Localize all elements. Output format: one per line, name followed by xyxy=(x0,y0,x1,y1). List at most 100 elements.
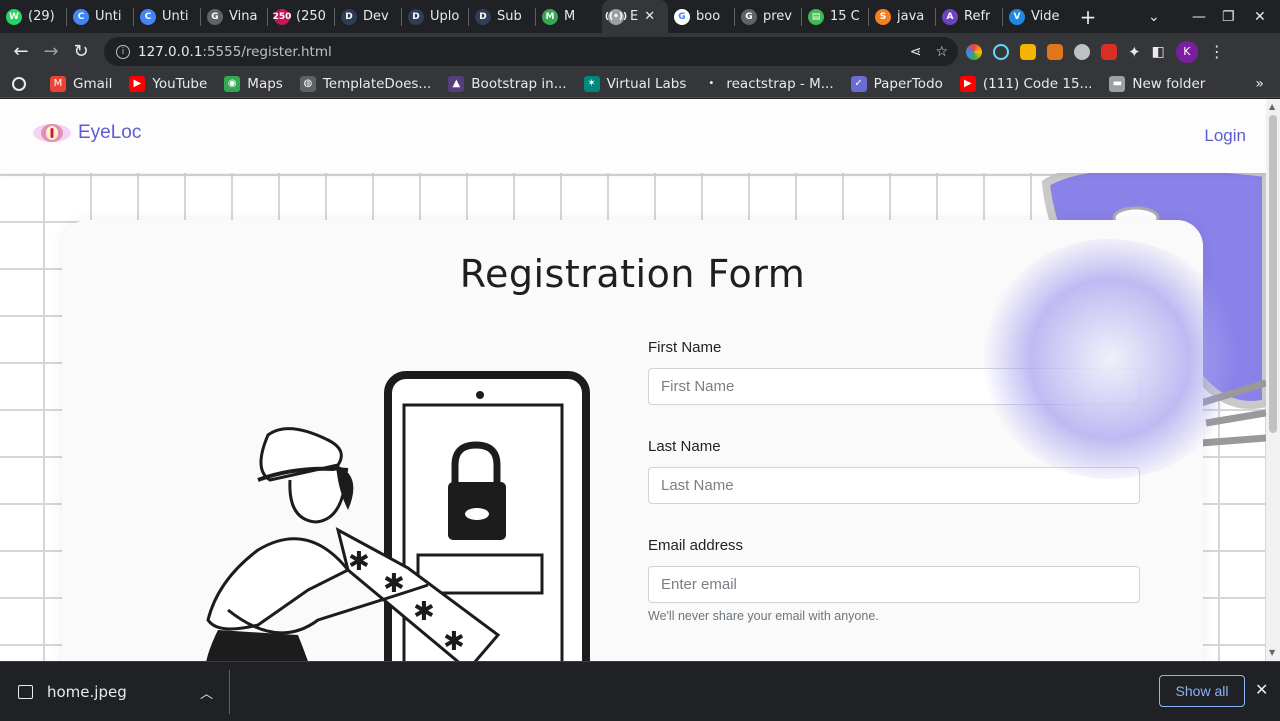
forward-button[interactable]: → xyxy=(36,37,66,67)
svg-text:✱: ✱ xyxy=(413,597,435,627)
last-name-input[interactable] xyxy=(648,467,1140,504)
login-link[interactable]: Login xyxy=(1204,126,1246,146)
bookmark-item[interactable]: ▶ (111) Code 15... xyxy=(959,75,1092,92)
tab-9[interactable]: ((•)) E ✕ xyxy=(602,0,668,33)
bookmark-item[interactable]: ✶ Virtual Labs xyxy=(583,75,687,92)
tab-favicon-icon: D xyxy=(408,8,424,25)
tab-title: Refr xyxy=(964,9,991,24)
browser-toolbar: ← → ↻ i 127.0.0.1:5555/register.html ⋖ ☆… xyxy=(0,33,1280,70)
close-window-button[interactable]: ✕ xyxy=(1254,0,1266,33)
tab-10[interactable]: Gboo xyxy=(668,0,734,33)
download-filename: home.jpeg xyxy=(47,682,127,701)
bookmark-icon: M xyxy=(50,75,66,92)
reload-icon: ↻ xyxy=(73,41,89,62)
tab-title: (250 xyxy=(296,9,326,24)
tab-2[interactable]: C Unti xyxy=(134,0,200,33)
tab-8[interactable]: MM xyxy=(536,0,602,33)
bookmark-label: PaperTodo xyxy=(873,75,943,92)
bookmarks-bar: M Gmail ▶ YouTube ◉ Maps ◍ TemplateDoes... ▲ Boot… xyxy=(0,70,1280,98)
torch-extension-icon[interactable] xyxy=(1020,43,1036,60)
puzzle-icon[interactable]: ✦ xyxy=(1128,43,1141,61)
email-field[interactable] xyxy=(648,566,1140,603)
tab-6[interactable]: D Uplo xyxy=(402,0,468,33)
tab-close-icon[interactable]: ✕ xyxy=(644,9,655,24)
back-button[interactable]: ← xyxy=(6,37,36,67)
bookmark-label: TemplateDoes... xyxy=(322,75,432,92)
tab-favicon-icon: A xyxy=(942,8,958,25)
tab-title: Sub xyxy=(497,9,522,24)
tab-4[interactable]: 250 (250 xyxy=(268,0,334,33)
page-scrollbar[interactable]: ▲ ▼ xyxy=(1266,99,1280,661)
tab-title: E xyxy=(630,9,639,24)
globe-icon xyxy=(12,76,26,91)
tab-14[interactable]: A Refr xyxy=(936,0,1002,33)
bookmark-item[interactable]: • reactstrap - M... xyxy=(703,75,834,92)
tab-favicon-icon: D xyxy=(475,8,491,25)
share-icon[interactable]: ⋖ xyxy=(910,44,922,60)
info-icon[interactable]: i xyxy=(116,44,130,59)
bookmark-label: Gmail xyxy=(73,75,113,92)
tab-12[interactable]: ▤ 15 C xyxy=(802,0,868,33)
scroll-down-icon[interactable]: ▼ xyxy=(1269,648,1275,657)
metamask-extension-icon[interactable] xyxy=(1047,43,1063,60)
bookmark-label: Maps xyxy=(247,75,283,92)
menu-kebab-icon[interactable]: ⋮ xyxy=(1209,42,1225,61)
download-shelf: home.jpeg ︿ Show all ✕ xyxy=(0,661,1280,720)
scroll-up-icon[interactable]: ▲ xyxy=(1269,102,1275,111)
brand-link[interactable]: EyeLoc xyxy=(32,121,141,145)
url-path: :5555/register.html xyxy=(202,43,332,60)
reload-button[interactable]: ↻ xyxy=(66,37,96,67)
image-file-icon xyxy=(18,684,33,699)
svg-text:✱: ✱ xyxy=(348,547,370,577)
address-bar[interactable]: i 127.0.0.1:5555/register.html ⋖ ☆ xyxy=(104,37,958,66)
url-host: 127.0.0.1 xyxy=(138,43,203,60)
side-panel-icon[interactable]: ◧ xyxy=(1152,44,1165,60)
download-item[interactable]: home.jpeg xyxy=(18,662,127,721)
bookmark-icon: • xyxy=(703,75,720,92)
bookmark-icon: ◉ xyxy=(224,75,241,92)
todo-extension-icon[interactable] xyxy=(1101,43,1117,60)
apps-bookmark[interactable] xyxy=(12,76,33,91)
shelf-divider xyxy=(229,670,230,714)
bookmark-item[interactable]: M Gmail xyxy=(50,75,113,92)
bookmark-item[interactable]: ▶ YouTube xyxy=(129,75,207,92)
show-all-button[interactable]: Show all xyxy=(1159,675,1245,707)
tab-search-button[interactable]: ⌄ xyxy=(1148,0,1160,33)
bookmark-item[interactable]: ✓ PaperTodo xyxy=(850,75,943,92)
tab-15[interactable]: V Vide xyxy=(1003,0,1069,33)
minimize-button[interactable]: — xyxy=(1192,0,1206,33)
close-icon[interactable]: ✕ xyxy=(1255,680,1268,699)
tab-13[interactable]: Sjava xyxy=(869,0,935,33)
bookmark-star-icon[interactable]: ☆ xyxy=(935,44,948,60)
tab-11[interactable]: Gprev xyxy=(735,0,801,33)
bookmark-item[interactable]: ◍ TemplateDoes... xyxy=(299,75,432,92)
bookmark-item[interactable]: ▲ Bootstrap in... xyxy=(448,75,567,92)
tab-favicon-icon: G xyxy=(207,8,223,25)
tab-favicon-icon: G xyxy=(674,8,690,25)
tab-title: Vina xyxy=(229,9,258,24)
tab-title: java xyxy=(897,9,925,24)
extensions-row: ✦ ◧ K ⋮ xyxy=(966,33,1225,70)
tab-1[interactable]: C Unti xyxy=(67,0,133,33)
bookmark-item[interactable]: ◉ Maps xyxy=(224,75,283,92)
react-devtools-extension-icon[interactable] xyxy=(993,43,1009,60)
bookmark-label: Virtual Labs xyxy=(606,75,687,92)
tab-7[interactable]: D Sub xyxy=(469,0,535,33)
tab-favicon-icon: W xyxy=(6,8,22,25)
site-navbar: EyeLoc Login xyxy=(0,99,1266,173)
restore-button[interactable]: ❐ xyxy=(1222,0,1235,33)
first-name-label: First Name xyxy=(648,339,722,356)
chevron-up-icon[interactable]: ︿ xyxy=(200,683,213,702)
scrollbar-thumb[interactable] xyxy=(1269,115,1277,433)
more-bookmarks-icon[interactable]: » xyxy=(1255,76,1264,92)
tab-3[interactable]: G Vina xyxy=(201,0,267,33)
bookmark-item[interactable]: ▬ New folder xyxy=(1109,75,1205,92)
color-picker-extension-icon[interactable] xyxy=(966,43,982,60)
gear-extension-icon[interactable] xyxy=(1074,43,1090,60)
bookmark-icon: ✶ xyxy=(583,75,600,92)
tab-5[interactable]: D Dev xyxy=(335,0,401,33)
tab-0[interactable]: W (29) xyxy=(0,0,66,33)
new-tab-button[interactable]: + xyxy=(1073,5,1103,29)
avatar[interactable]: K xyxy=(1175,40,1198,63)
lock-illustration-icon: ✱ ✱ ✱ ✱ xyxy=(206,371,590,661)
